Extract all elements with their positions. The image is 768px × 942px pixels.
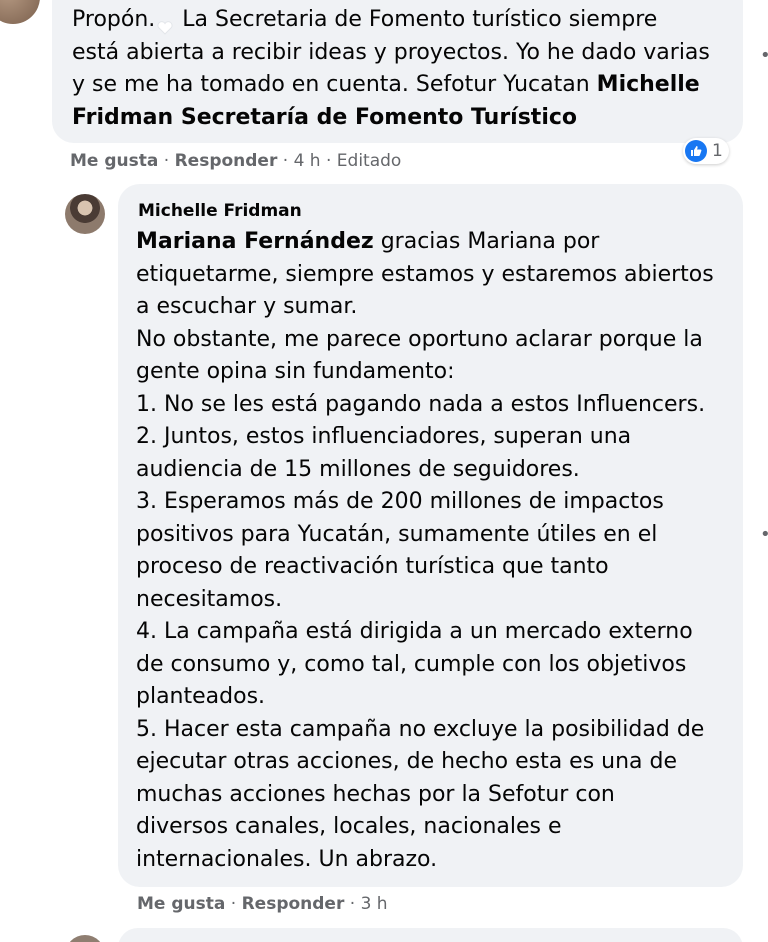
like-button[interactable]: Me gusta: [137, 894, 225, 914]
next-commenter-avatar[interactable]: [65, 935, 105, 942]
reply-author-avatar[interactable]: [65, 194, 105, 234]
edited-label[interactable]: Editado: [337, 151, 402, 171]
comment-actions: Me gusta · Responder · 4 h · Editado: [70, 151, 402, 171]
heart-icon: [157, 13, 173, 35]
reply-actions: Me gusta · Responder · 3 h: [137, 894, 388, 914]
reply-button[interactable]: Responder: [175, 151, 278, 171]
comment-bubble: Propón. La Secretaria de Fomento turísti…: [52, 0, 743, 143]
mention-link[interactable]: Mariana Fernández: [136, 229, 374, 254]
reply-bubble: Michelle Fridman Mariana Fernández graci…: [118, 184, 743, 887]
reaction-summary[interactable]: 1: [683, 138, 729, 164]
reply-text: Mariana Fernández gracias Mariana por et…: [136, 229, 714, 872]
more-options-icon[interactable]: •: [760, 45, 768, 66]
more-options-icon[interactable]: •: [760, 524, 768, 545]
reply-author-name[interactable]: Michelle Fridman: [138, 201, 302, 221]
like-button[interactable]: Me gusta: [70, 151, 158, 171]
reaction-count: 1: [712, 141, 723, 161]
thumbs-up-icon: [685, 140, 707, 162]
next-comment-bubble: [118, 928, 743, 942]
comment-text: Propón. La Secretaria de Fomento turísti…: [72, 7, 710, 130]
timestamp[interactable]: 4 h: [294, 151, 321, 171]
timestamp[interactable]: 3 h: [361, 894, 388, 914]
reply-button[interactable]: Responder: [242, 894, 345, 914]
commenter-avatar[interactable]: [0, 0, 40, 24]
